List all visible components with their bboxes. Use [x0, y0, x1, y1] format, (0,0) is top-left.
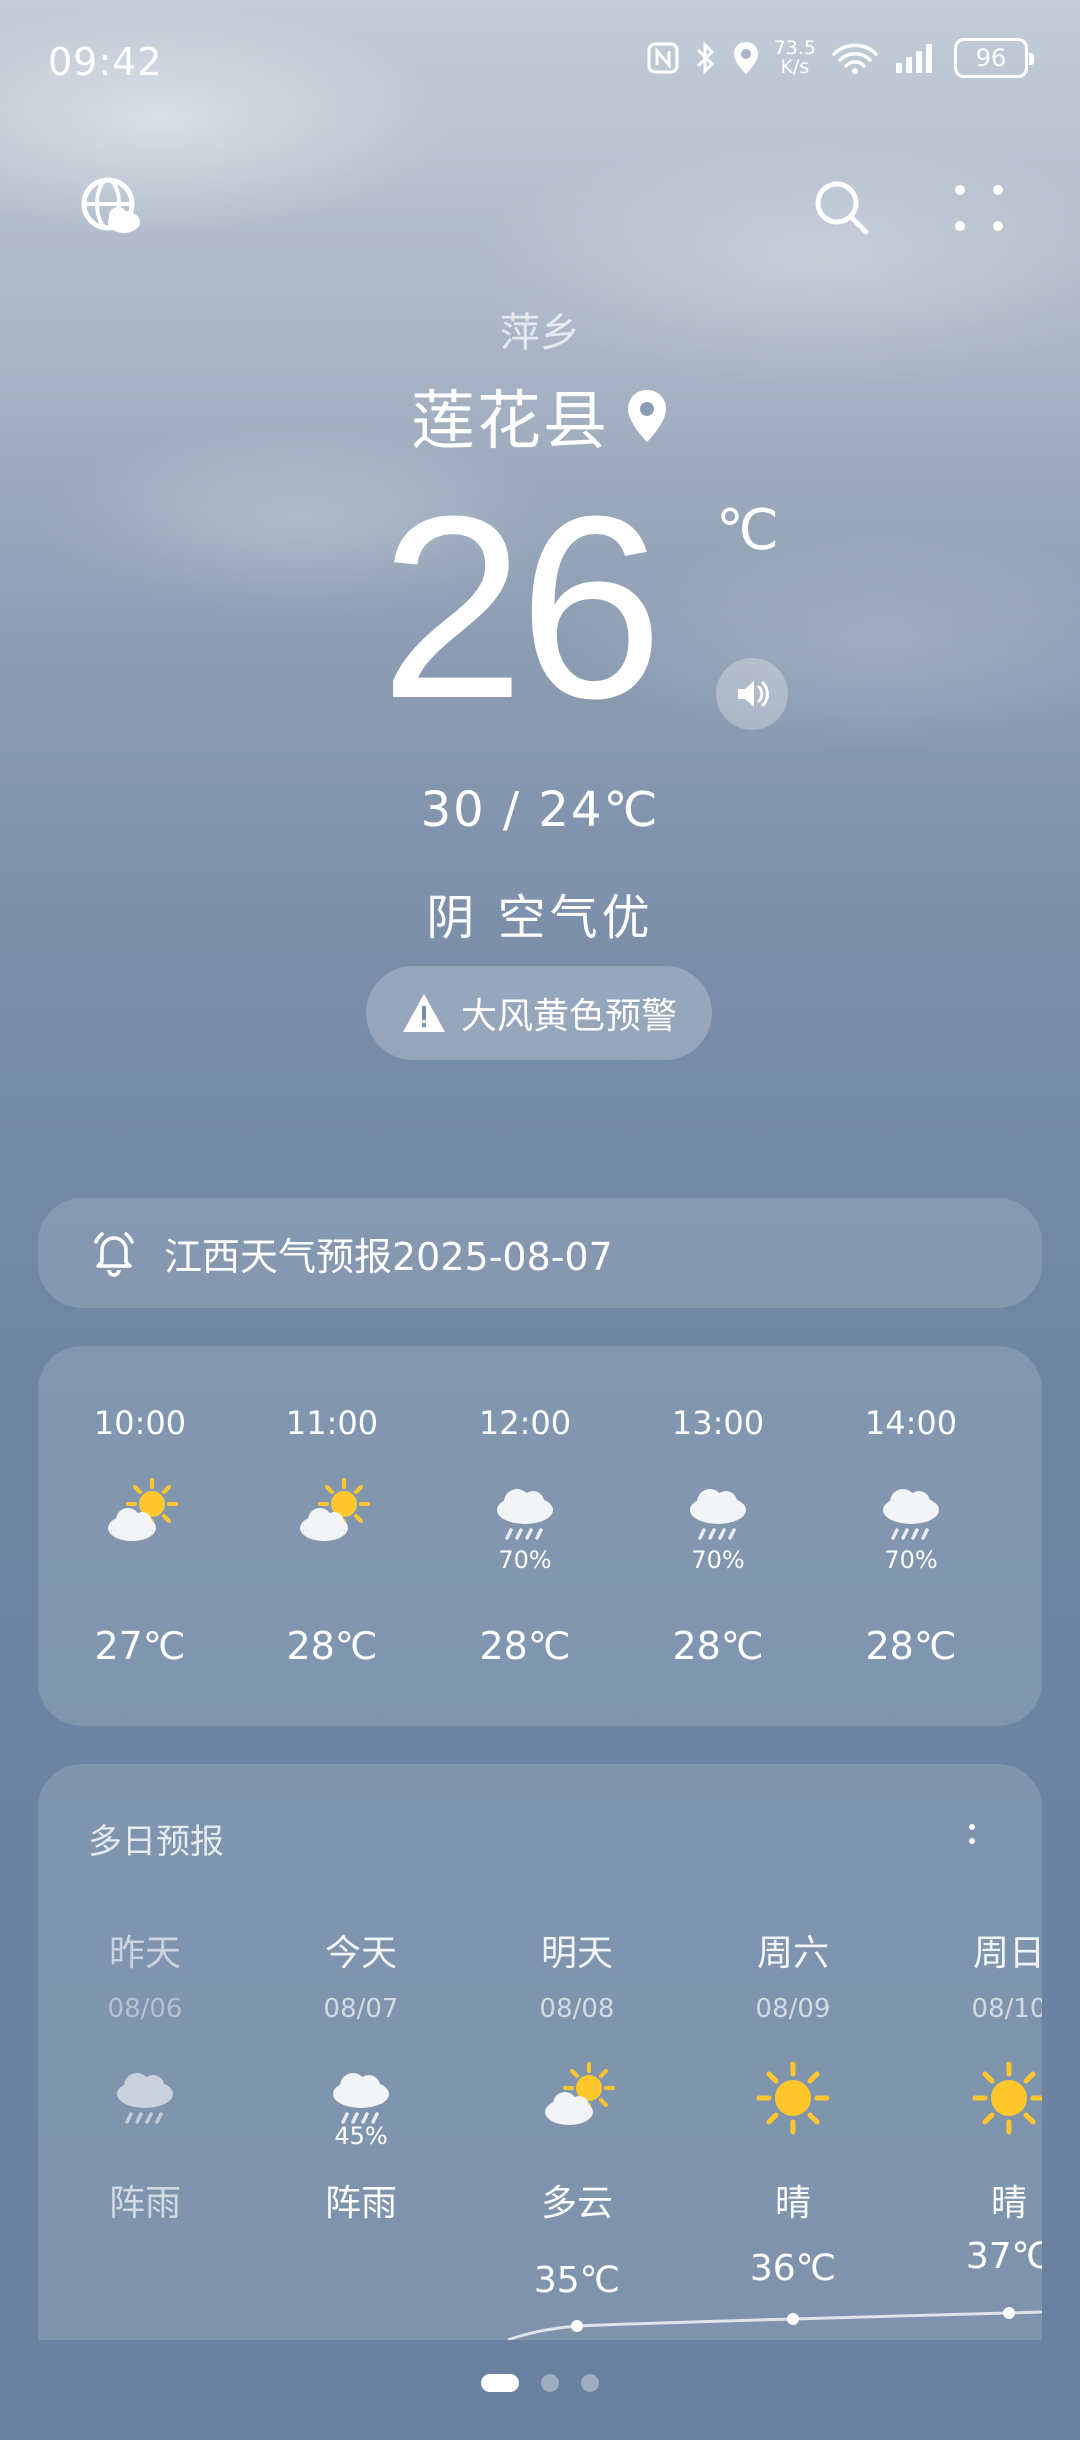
hourly-time: 14:00: [864, 1404, 958, 1442]
rain-icon: [871, 1474, 951, 1554]
hourly-temperature: 28℃: [479, 1624, 571, 1668]
weather-condition: 阴 空气优: [426, 890, 654, 946]
high-temperature-point: [787, 2313, 799, 2325]
rain-icon: [678, 1474, 758, 1554]
city-name: 萍乡: [500, 310, 580, 356]
wifi-icon: [832, 43, 878, 74]
hourly-temperature: 28℃: [672, 1624, 764, 1668]
warning-icon: [402, 994, 445, 1032]
page-dot-active[interactable]: [481, 2374, 519, 2392]
hourly-temperature: 28℃: [865, 1624, 957, 1668]
high-temperature-curve: [507, 2307, 1042, 2340]
forecast-notice-card[interactable]: 江西天气预报2025-08-07: [38, 1198, 1042, 1308]
status-icons: 73.5 K/s 96: [646, 37, 1034, 78]
page-dot[interactable]: [581, 2374, 599, 2392]
high-temperature-point: [1003, 2307, 1015, 2319]
status-time: 09:42: [48, 40, 163, 84]
temperature-range: 30 / 24℃: [420, 782, 660, 838]
hourly-temperature: 28℃: [286, 1624, 378, 1668]
hourly-precipitation: 70%: [498, 1546, 552, 1574]
bluetooth-icon: [696, 41, 714, 75]
daily-forecast-card[interactable]: 多日预报 昨天 08/06 阵雨 今天 08/07 45% 阵雨 明天 08/0…: [38, 1764, 1042, 2340]
district-name: 莲花县: [411, 385, 609, 459]
weather-warning-badge[interactable]: 大风黄色预警: [366, 966, 712, 1060]
notice-text: 江西天气预报2025-08-07: [164, 1234, 613, 1279]
nfc-icon: [647, 42, 679, 74]
current-temperature: 26: [380, 463, 663, 753]
page-indicator: [0, 2374, 1080, 2392]
four-dots-icon: [955, 185, 1003, 231]
voice-broadcast-button[interactable]: [716, 658, 788, 730]
signal-icon: [896, 44, 932, 73]
menu-button[interactable]: [952, 182, 1008, 242]
district-title[interactable]: 莲花县: [0, 370, 1080, 462]
hourly-forecast-card[interactable]: 10:00 27℃ 11:00 28℃ 12:00 70% 28℃ 13:00 …: [38, 1346, 1042, 1726]
alarm-bell-icon: [94, 1232, 134, 1277]
speaker-icon: [738, 681, 769, 707]
battery-indicator: 96: [954, 38, 1034, 78]
hourly-time: 10:00: [93, 1404, 187, 1442]
hourly-precipitation: 70%: [691, 1546, 745, 1574]
partly-sunny-icon: [100, 1474, 180, 1554]
globe-cloud-icon: [81, 177, 140, 233]
city-manage-button[interactable]: [80, 176, 144, 244]
search-button[interactable]: [812, 178, 872, 242]
high-temperature-point: [571, 2320, 583, 2332]
hourly-time: 12:00: [478, 1404, 572, 1442]
hourly-time: 13:00: [671, 1404, 765, 1442]
location-pin-icon: [628, 390, 666, 442]
temperature-unit: ℃: [716, 498, 779, 563]
high-temperature-line: [507, 2310, 1042, 2340]
hourly-precipitation: 70%: [884, 1546, 938, 1574]
net-speed: 73.5 K/s: [773, 37, 816, 78]
partly-sunny-icon: [292, 1474, 372, 1554]
page-dot[interactable]: [541, 2374, 559, 2392]
hourly-temperature: 27℃: [94, 1624, 186, 1668]
hourly-time: 11:00: [285, 1404, 379, 1442]
rain-icon: [485, 1474, 565, 1554]
warning-text: 大风黄色预警: [460, 996, 677, 1037]
search-icon: [815, 181, 869, 235]
location-icon: [733, 42, 758, 74]
